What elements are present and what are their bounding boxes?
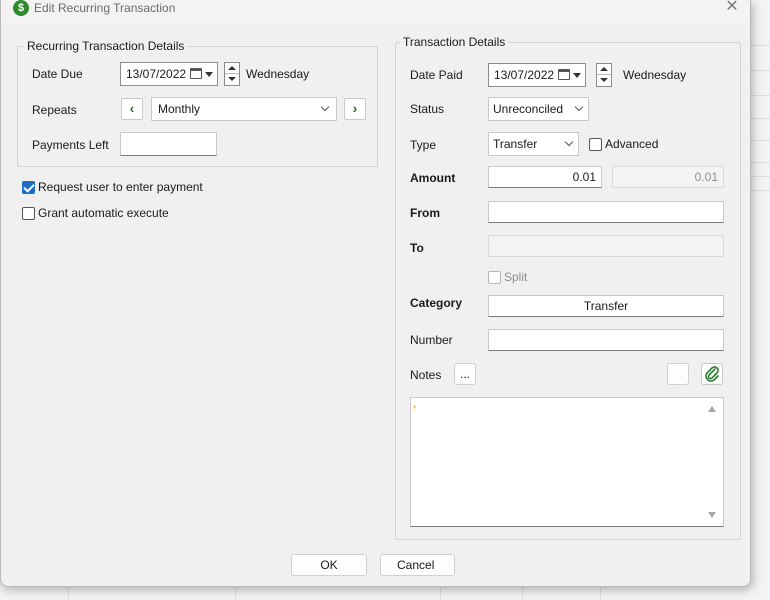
spin-up-button[interactable] <box>597 64 611 75</box>
from-label: From <box>410 206 440 220</box>
chevron-left-icon: ‹ <box>129 100 135 116</box>
request-payment-checkbox[interactable]: Request user to enter payment <box>22 180 203 194</box>
paperclip-icon <box>705 366 719 382</box>
notes-text: , <box>413 396 417 410</box>
close-button[interactable]: ✕ <box>722 0 742 18</box>
request-payment-label: Request user to enter payment <box>38 180 203 194</box>
payments-left-label: Payments Left <box>32 138 109 152</box>
cancel-button[interactable]: Cancel <box>380 554 455 576</box>
split-label: Split <box>504 270 528 284</box>
date-paid-spinner[interactable] <box>596 63 612 87</box>
advanced-label: Advanced <box>605 137 659 151</box>
window-title: Edit Recurring Transaction <box>34 1 176 15</box>
to-label: To <box>410 241 424 255</box>
number-input[interactable] <box>488 329 724 351</box>
date-due-label: Date Due <box>32 67 83 81</box>
type-value: Transfer <box>493 137 538 151</box>
status-label: Status <box>410 102 445 116</box>
arrow-up-icon <box>228 66 236 70</box>
amount-secondary-field: 0.01 <box>612 166 724 188</box>
notes-label: Notes <box>410 368 442 382</box>
notes-more-button[interactable]: ... <box>454 363 476 385</box>
grant-execute-label: Grant automatic execute <box>38 206 169 220</box>
grant-execute-checkbox[interactable]: Grant automatic execute <box>22 206 169 220</box>
date-due-picker[interactable]: 13/07/2022 <box>120 62 218 86</box>
notes-blank-button[interactable] <box>667 363 689 385</box>
checkbox-icon <box>22 206 35 220</box>
to-account-input[interactable] <box>488 235 724 257</box>
checkbox-checked-icon <box>22 180 35 194</box>
amount-input[interactable]: 0.01 <box>488 166 602 188</box>
attachment-button[interactable] <box>701 363 723 385</box>
chevron-down-icon <box>564 137 574 147</box>
advanced-checkbox[interactable]: Advanced <box>589 137 658 151</box>
chevron-right-icon: › <box>352 100 358 116</box>
arrow-down-icon <box>228 77 236 81</box>
amount-label: Amount <box>410 171 456 185</box>
calendar-icon <box>558 69 570 80</box>
arrow-up-icon <box>600 67 608 71</box>
recurring-details-group: Recurring Transaction Details Date Due 1… <box>17 39 378 167</box>
type-select[interactable]: Transfer <box>488 132 579 156</box>
repeats-next-button[interactable]: › <box>344 98 366 120</box>
date-paid-label: Date Paid <box>410 68 463 82</box>
checkbox-icon <box>488 270 501 284</box>
repeats-label: Repeats <box>32 103 77 117</box>
money-icon: $ <box>13 0 29 16</box>
ok-button[interactable]: OK <box>291 554 367 576</box>
dropdown-arrow-icon <box>205 72 213 77</box>
checkbox-icon <box>589 137 602 151</box>
spin-down-button[interactable] <box>225 74 239 85</box>
repeats-prev-button[interactable]: ‹ <box>121 98 143 120</box>
scroll-up-icon[interactable] <box>708 406 716 412</box>
repeats-select[interactable]: Monthly <box>151 97 337 121</box>
date-due-value: 13/07/2022 <box>126 67 187 81</box>
number-label: Number <box>410 333 453 347</box>
title-bar: $ Edit Recurring Transaction ✕ <box>1 0 750 24</box>
calendar-icon <box>190 68 202 79</box>
group-title: Recurring Transaction Details <box>24 39 188 53</box>
dropdown-arrow-icon <box>573 73 581 78</box>
date-due-weekday: Wednesday <box>246 67 310 81</box>
group-title: Transaction Details <box>400 35 509 49</box>
from-account-input[interactable] <box>488 201 724 223</box>
category-label: Category <box>410 296 463 310</box>
chevron-down-icon <box>574 102 584 112</box>
date-paid-weekday: Wednesday <box>623 68 687 82</box>
date-due-spinner[interactable] <box>224 62 240 86</box>
repeats-value: Monthly <box>158 102 201 116</box>
scroll-down-icon[interactable] <box>708 512 716 518</box>
payments-left-input[interactable] <box>120 132 217 156</box>
spin-up-button[interactable] <box>225 63 239 74</box>
split-checkbox[interactable]: Split <box>488 270 527 284</box>
arrow-down-icon <box>600 78 608 82</box>
type-label: Type <box>410 138 437 152</box>
date-paid-picker[interactable]: 13/07/2022 <box>488 63 586 87</box>
transaction-details-group: Transaction Details Date Paid 13/07/2022… <box>395 35 741 540</box>
status-select[interactable]: Unreconciled <box>488 97 589 121</box>
notes-textarea[interactable]: , <box>410 396 724 527</box>
status-value: Unreconciled <box>493 102 564 116</box>
date-paid-value: 13/07/2022 <box>494 68 555 82</box>
spin-down-button[interactable] <box>597 75 611 86</box>
category-button[interactable]: Transfer <box>488 295 724 317</box>
chevron-down-icon <box>320 102 330 112</box>
edit-recurring-transaction-dialog: $ Edit Recurring Transaction ✕ Recurring… <box>0 0 751 587</box>
